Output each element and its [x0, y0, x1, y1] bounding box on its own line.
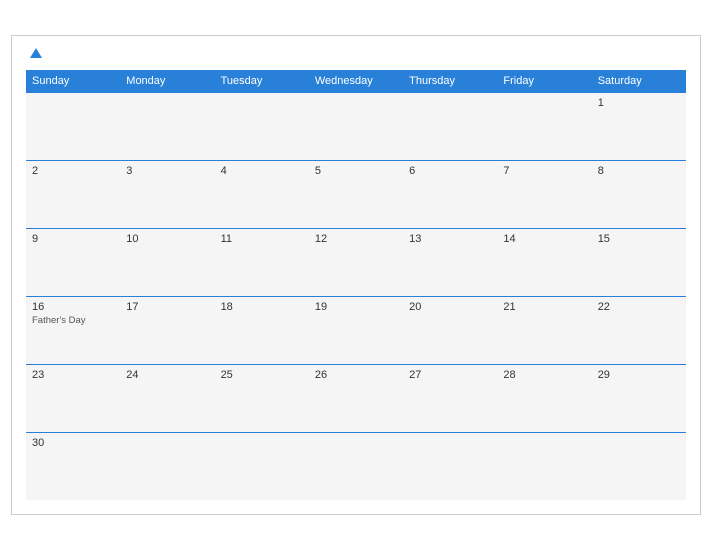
logo-triangle-icon	[30, 48, 42, 58]
day-number: 10	[126, 233, 208, 245]
calendar-cell	[215, 92, 309, 160]
day-number: 15	[598, 233, 680, 245]
calendar-cell: 23	[26, 364, 120, 432]
calendar-cell	[120, 92, 214, 160]
weekday-header-sunday: Sunday	[26, 70, 120, 93]
day-number: 26	[315, 369, 397, 381]
calendar-cell: 4	[215, 160, 309, 228]
calendar-cell: 12	[309, 228, 403, 296]
calendar-cell	[497, 432, 591, 500]
calendar-cell: 11	[215, 228, 309, 296]
calendar-cell: 6	[403, 160, 497, 228]
calendar-cell	[497, 92, 591, 160]
calendar-cell	[26, 92, 120, 160]
day-number: 19	[315, 301, 397, 313]
logo-general	[28, 46, 42, 62]
day-number: 22	[598, 301, 680, 313]
day-number: 7	[503, 165, 585, 177]
calendar-thead: SundayMondayTuesdayWednesdayThursdayFrid…	[26, 70, 686, 93]
day-number: 29	[598, 369, 680, 381]
calendar-body: 12345678910111213141516Father's Day17181…	[26, 92, 686, 500]
day-number: 25	[221, 369, 303, 381]
calendar-cell	[403, 92, 497, 160]
logo	[28, 46, 42, 62]
day-number: 8	[598, 165, 680, 177]
weekday-header-row: SundayMondayTuesdayWednesdayThursdayFrid…	[26, 70, 686, 93]
calendar-cell	[403, 432, 497, 500]
day-number: 3	[126, 165, 208, 177]
weekday-header-tuesday: Tuesday	[215, 70, 309, 93]
day-number: 14	[503, 233, 585, 245]
calendar-cell: 5	[309, 160, 403, 228]
day-number: 16	[32, 301, 114, 313]
calendar-cell: 26	[309, 364, 403, 432]
calendar-cell: 3	[120, 160, 214, 228]
day-number: 21	[503, 301, 585, 313]
calendar-cell: 22	[592, 296, 686, 364]
day-number: 18	[221, 301, 303, 313]
weekday-header-friday: Friday	[497, 70, 591, 93]
calendar-cell: 19	[309, 296, 403, 364]
calendar-cell	[215, 432, 309, 500]
weekday-header-saturday: Saturday	[592, 70, 686, 93]
calendar-cell: 8	[592, 160, 686, 228]
calendar-cell: 27	[403, 364, 497, 432]
calendar-cell: 7	[497, 160, 591, 228]
day-number: 4	[221, 165, 303, 177]
week-row-3: 16 Father's Day 17 18 19 20 21 22	[26, 296, 686, 364]
day-number: 27	[409, 369, 491, 381]
calendar-cell: 2	[26, 160, 120, 228]
weekday-header-wednesday: Wednesday	[309, 70, 403, 93]
day-number: 6	[409, 165, 491, 177]
calendar-cell: 9	[26, 228, 120, 296]
calendar-cell	[592, 432, 686, 500]
day-number: 9	[32, 233, 114, 245]
day-number: 2	[32, 165, 114, 177]
day-number: 11	[221, 233, 303, 245]
calendar-cell: 18	[215, 296, 309, 364]
calendar-cell: 15	[592, 228, 686, 296]
day-number: 20	[409, 301, 491, 313]
calendar-cell: 24	[120, 364, 214, 432]
calendar-cell: 20	[403, 296, 497, 364]
day-number: 23	[32, 369, 114, 381]
calendar-cell: 10	[120, 228, 214, 296]
day-number: 5	[315, 165, 397, 177]
calendar-cell: 28	[497, 364, 591, 432]
calendar-cell	[309, 92, 403, 160]
week-row-1: 23 4567 8	[26, 160, 686, 228]
week-row-4: 23 24 25 26 27 28 29	[26, 364, 686, 432]
calendar-cell: 17	[120, 296, 214, 364]
calendar-cell: 16 Father's Day	[26, 296, 120, 364]
calendar-cell: 1	[592, 92, 686, 160]
calendar-cell: 30	[26, 432, 120, 500]
weekday-header-monday: Monday	[120, 70, 214, 93]
day-event: Father's Day	[32, 315, 114, 326]
day-number: 17	[126, 301, 208, 313]
calendar-container: SundayMondayTuesdayWednesdayThursdayFrid…	[11, 35, 701, 516]
calendar-cell: 21	[497, 296, 591, 364]
day-number: 30	[32, 437, 114, 449]
week-row-0: 1	[26, 92, 686, 160]
day-number: 1	[598, 97, 680, 109]
weekday-header-thursday: Thursday	[403, 70, 497, 93]
calendar-cell: 13	[403, 228, 497, 296]
day-number: 13	[409, 233, 491, 245]
calendar-cell	[309, 432, 403, 500]
day-number: 28	[503, 369, 585, 381]
day-number: 24	[126, 369, 208, 381]
calendar-cell: 14	[497, 228, 591, 296]
calendar-cell: 25	[215, 364, 309, 432]
week-row-5: 30	[26, 432, 686, 500]
calendar-table: SundayMondayTuesdayWednesdayThursdayFrid…	[26, 70, 686, 501]
calendar-cell: 29	[592, 364, 686, 432]
day-number: 12	[315, 233, 397, 245]
calendar-cell	[120, 432, 214, 500]
week-row-2: 9 10 11 12 13 14 15	[26, 228, 686, 296]
calendar-header	[26, 46, 686, 62]
